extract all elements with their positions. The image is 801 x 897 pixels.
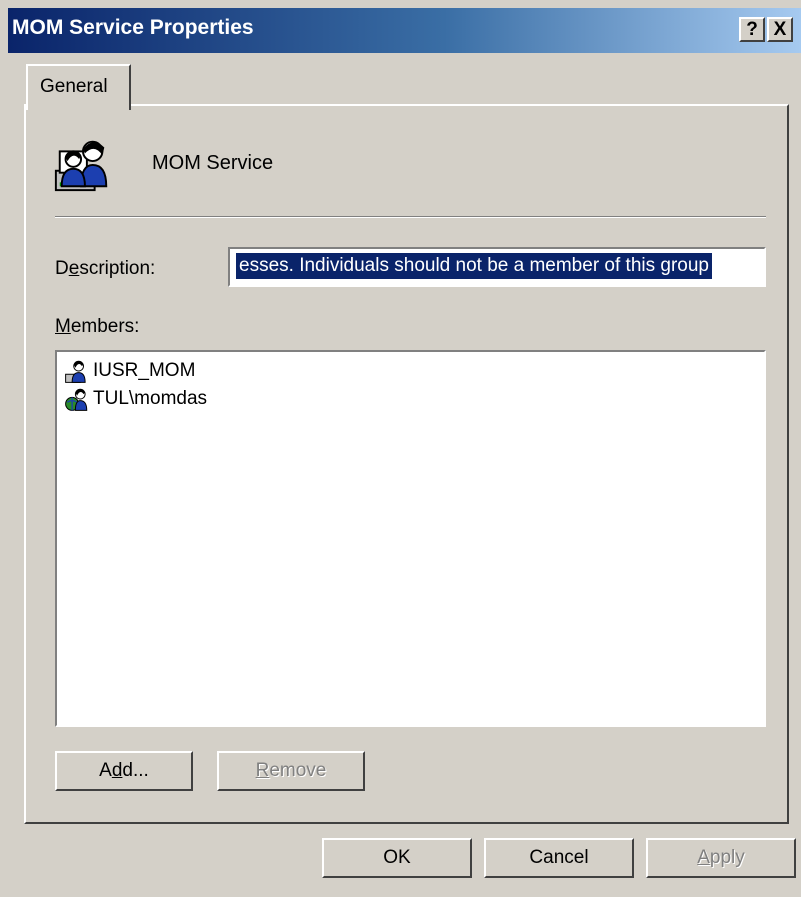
list-item[interactable]: IUSR_MOM xyxy=(63,358,195,384)
separator xyxy=(55,216,766,218)
description-field[interactable]: esses. Individuals should not be a membe… xyxy=(228,247,766,287)
close-button[interactable]: X xyxy=(767,17,793,42)
remove-button[interactable]: Remove xyxy=(217,751,365,791)
window-title: MOM Service Properties xyxy=(12,16,254,39)
tab-general[interactable]: General xyxy=(26,64,131,110)
add-button[interactable]: Add... xyxy=(55,751,193,791)
list-item[interactable]: TUL\momdas xyxy=(63,386,207,412)
service-name: MOM Service xyxy=(152,152,274,174)
description-value: esses. Individuals should not be a membe… xyxy=(236,253,712,279)
title-bar[interactable]: MOM Service Properties ? X xyxy=(8,8,801,53)
user-icon xyxy=(65,360,86,383)
member-name: TUL\momdas xyxy=(93,388,208,409)
member-name: IUSR_MOM xyxy=(93,360,196,381)
apply-button[interactable]: Apply xyxy=(646,838,796,878)
properties-dialog: MOM Service Properties ? X General MOM S… xyxy=(0,0,801,897)
group-icon xyxy=(54,140,108,192)
tab-general-label: General xyxy=(40,76,108,97)
members-list[interactable]: IUSR_MOM TUL\momdas xyxy=(55,350,766,727)
domain-user-icon xyxy=(65,388,88,411)
members-label: Members: xyxy=(55,316,140,337)
ok-button[interactable]: OK xyxy=(322,838,472,878)
help-button[interactable]: ? xyxy=(739,17,765,42)
cancel-button[interactable]: Cancel xyxy=(484,838,634,878)
description-label: Description: xyxy=(55,258,156,279)
